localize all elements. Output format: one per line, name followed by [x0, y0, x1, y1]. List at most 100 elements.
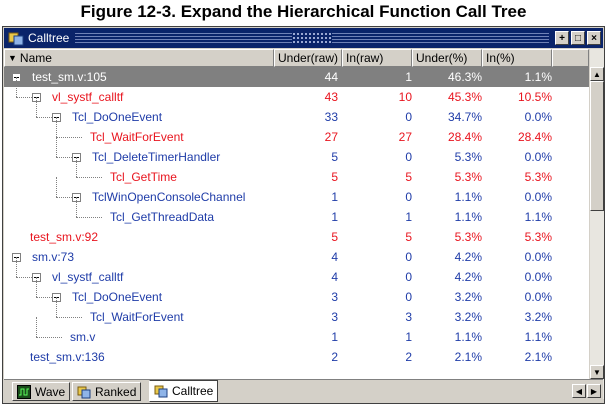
under-pct-value: 46.3% [447, 70, 482, 84]
calltree-icon [154, 385, 168, 398]
tree-connector [56, 177, 57, 197]
column-under-raw[interactable]: Under(raw) [274, 49, 342, 67]
in-pct-value: 5.3% [524, 170, 552, 184]
close-button[interactable]: × [587, 31, 601, 45]
function-name: Tcl_WaitForEvent [90, 310, 184, 324]
tree-connector [16, 277, 32, 278]
tree-connector [36, 277, 37, 297]
dock-button[interactable]: + [555, 31, 569, 45]
ranked-icon [77, 386, 91, 398]
under-raw-value: 1 [331, 190, 338, 204]
tree-connector [76, 157, 77, 177]
in-raw-value: 5 [405, 170, 412, 184]
table-row[interactable]: Tcl_WaitForEvent 27 27 28.4% 28.4% [4, 117, 589, 147]
vertical-scrollbar[interactable]: ▲ ▼ [590, 49, 604, 399]
under-pct-value: 5.3% [454, 170, 482, 184]
tree-connector [16, 77, 17, 97]
in-pct-value: 1.1% [524, 330, 552, 344]
column-name[interactable]: ▼ Name [4, 49, 274, 67]
tab-scroll-right-icon[interactable]: ▶ [587, 384, 601, 398]
table-row[interactable]: Tcl_WaitForEvent 3 3 3.2% 3.2% [4, 297, 589, 327]
in-pct-value: 3.2% [524, 310, 552, 324]
in-raw-value: 0 [405, 110, 412, 124]
table-row[interactable]: Tcl_DoOneEvent 33 0 34.7% 0.0% [4, 97, 589, 127]
in-raw-value: 0 [405, 270, 412, 284]
function-name: Tcl_WaitForEvent [90, 130, 184, 144]
in-raw-value: 0 [405, 150, 412, 164]
tree-connector [56, 117, 57, 137]
scroll-thumb[interactable] [590, 81, 604, 211]
calltree-table: test_sm.v:105 44 1 46.3% 1.1% vl_systf_calltf… [4, 67, 589, 399]
tree-connector [56, 137, 82, 138]
in-pct-value: 5.3% [524, 230, 552, 244]
in-pct-value: 10.5% [517, 90, 552, 104]
function-name: Tcl_GetTime [110, 170, 177, 184]
drag-grip[interactable] [75, 32, 549, 44]
tree-connector [76, 197, 77, 217]
scroll-up-icon[interactable]: ▲ [590, 67, 604, 81]
table-row[interactable]: test_sm.v:105 44 1 46.3% 1.1% [4, 67, 589, 87]
calltree-icon [8, 32, 24, 46]
table-row[interactable]: test_sm.v:136 2 2 2.1% 2.1% [4, 347, 589, 367]
in-raw-value: 27 [398, 130, 412, 144]
column-in-raw[interactable]: In(raw) [342, 49, 412, 67]
under-pct-value: 1.1% [454, 330, 482, 344]
under-raw-value: 3 [331, 310, 338, 324]
under-pct-value: 4.2% [454, 270, 482, 284]
tree-connector [76, 177, 102, 178]
under-raw-value: 3 [331, 290, 338, 304]
under-raw-value: 5 [331, 170, 338, 184]
in-pct-value: 0.0% [524, 290, 552, 304]
table-row[interactable]: test_sm.v:92 5 5 5.3% 5.3% [4, 227, 589, 247]
under-pct-value: 3.2% [454, 290, 482, 304]
table-row[interactable]: Tcl_DeleteTimerHandler 5 0 5.3% 0.0% [4, 137, 589, 167]
table-row[interactable]: Tcl_GetTime 5 5 5.3% 5.3% [4, 157, 589, 187]
table-row[interactable]: sm.v:73 4 0 4.2% 0.0% [4, 247, 589, 267]
table-row[interactable]: TclWinOpenConsoleChannel 1 0 1.1% 0.0% [4, 177, 589, 207]
tree-connector [36, 297, 52, 298]
maximize-button[interactable]: □ [571, 31, 585, 45]
in-pct-value: 1.1% [524, 210, 552, 224]
tab-ranked[interactable]: Ranked [72, 382, 142, 401]
function-name: sm.v:73 [32, 250, 75, 264]
in-raw-value: 1 [405, 210, 412, 224]
in-raw-value: 1 [405, 70, 412, 84]
in-raw-value: 3 [405, 310, 412, 324]
in-raw-value: 0 [405, 290, 412, 304]
tree-connector [56, 297, 57, 317]
in-pct-value: 28.4% [517, 130, 552, 144]
under-raw-value: 2 [331, 350, 338, 364]
function-name: vl_systf_calltf [52, 90, 124, 104]
under-raw-value: 27 [324, 130, 338, 144]
tab-calltree[interactable]: Calltree [149, 380, 219, 402]
in-pct-value: 2.1% [524, 350, 552, 364]
table-row[interactable]: Tcl_GetThreadData 1 1 1.1% 1.1% [4, 197, 589, 227]
table-row[interactable]: vl_systf_calltf 4 0 4.2% 0.0% [4, 257, 589, 287]
table-row[interactable]: sm.v 1 1 1.1% 1.1% [4, 317, 589, 347]
column-in-pct[interactable]: In(%) [482, 49, 552, 67]
tree-connector [16, 257, 17, 277]
tree-connector [56, 137, 57, 157]
in-raw-value: 0 [405, 190, 412, 204]
function-name: Tcl_DeleteTimerHandler [92, 150, 221, 164]
under-raw-value: 5 [331, 230, 338, 244]
tree-connector [36, 117, 52, 118]
tree-connector [36, 317, 37, 337]
under-raw-value: 44 [324, 70, 338, 84]
in-pct-value: 1.1% [524, 70, 552, 84]
column-filler [552, 49, 589, 67]
function-name: test_sm.v:105 [32, 70, 107, 84]
window-titlebar[interactable]: Calltree + □ × [4, 28, 603, 48]
under-raw-value: 43 [324, 90, 338, 104]
under-raw-value: 1 [331, 210, 338, 224]
table-row[interactable]: vl_systf_calltf 43 10 45.3% 10.5% [4, 77, 589, 107]
tab-scroll-left-icon[interactable]: ◀ [572, 384, 586, 398]
column-under-pct[interactable]: Under(%) [412, 49, 482, 67]
function-name: test_sm.v:92 [30, 230, 99, 244]
tree-connector [56, 317, 82, 318]
in-raw-value: 2 [405, 350, 412, 364]
scroll-down-icon[interactable]: ▼ [590, 365, 604, 379]
table-row[interactable]: Tcl_DoOneEvent 3 0 3.2% 0.0% [4, 277, 589, 307]
tab-wave[interactable]: Wave [12, 382, 71, 401]
sort-arrow-icon: ▼ [8, 53, 17, 63]
